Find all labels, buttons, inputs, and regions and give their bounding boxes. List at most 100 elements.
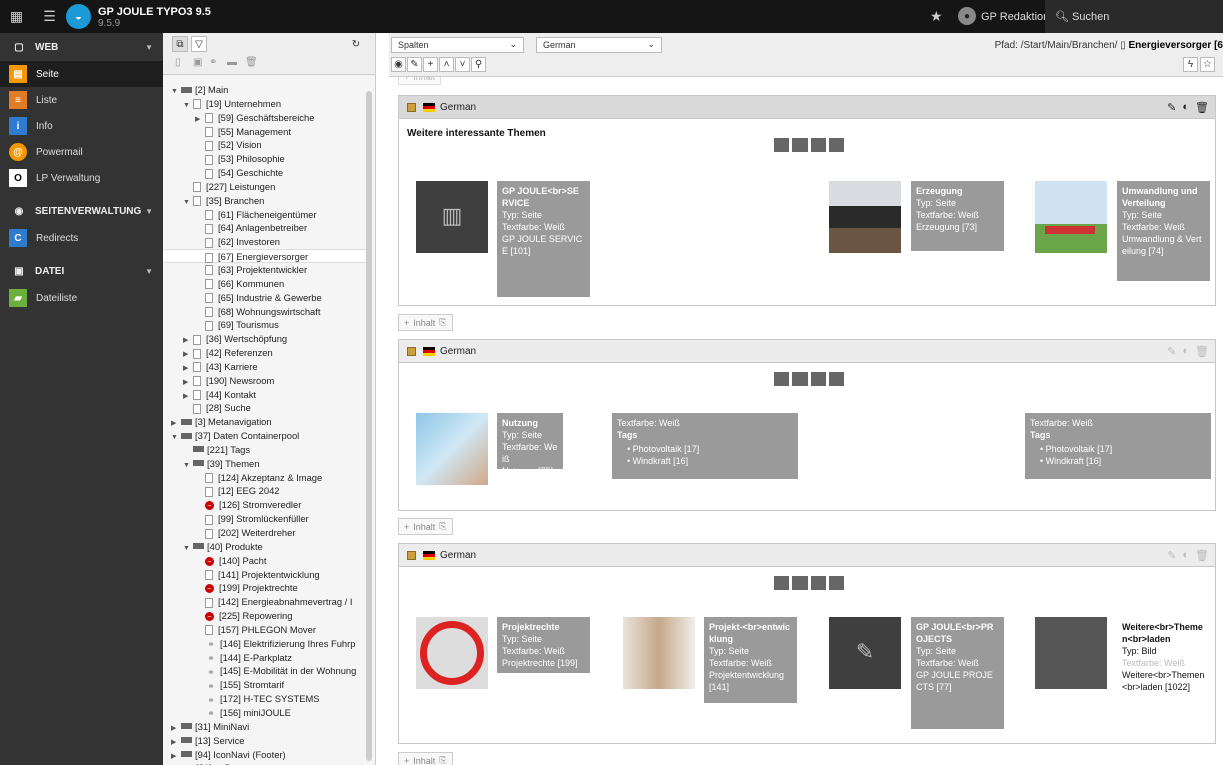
module-item-dateiliste[interactable]: ▰ Dateiliste (0, 285, 163, 311)
user-name[interactable]: GP Redaktion (981, 11, 1049, 23)
add-content-button[interactable]: + Inhalt ⎘ (398, 314, 453, 331)
page-icon[interactable] (205, 320, 213, 331)
tree-node-label[interactable]: [53] Philosophie (218, 153, 285, 164)
page-icon[interactable] (205, 486, 213, 497)
page-icon[interactable] (205, 237, 213, 248)
hid-icon[interactable]: – (205, 612, 214, 622)
refresh-icon[interactable]: ↻ (348, 36, 364, 52)
folder-icon[interactable] (193, 460, 204, 467)
tree-node[interactable]: [12] EEG 2042 (163, 484, 368, 498)
module-item-redirects[interactable]: C Redirects (0, 225, 163, 251)
tree-node-label[interactable]: [39] Themen (207, 458, 259, 469)
module-item-info[interactable]: i Info (0, 113, 163, 139)
tree-node[interactable]: [124] Akzeptanz & Image (163, 471, 368, 485)
tree-node-label[interactable]: [142] Energieabnahmevertrag / I (218, 596, 352, 607)
tree-node[interactable]: [53] Philosophie (163, 152, 368, 166)
tree-node-label[interactable]: [65] Industrie & Gewerbe (218, 292, 322, 303)
page-icon[interactable] (193, 390, 201, 401)
tree-node[interactable]: ⚭ [146] Elektrifizierung Ihres Fuhrp (163, 637, 368, 651)
hid-icon[interactable]: – (205, 584, 214, 594)
tree-node-label[interactable]: [157] PHLEGON Mover (218, 624, 316, 635)
module-item-liste[interactable]: ≡ Liste (0, 87, 163, 113)
card-label[interactable]: Umwandlung und Verteilung Typ: Seite Textf… (1117, 181, 1210, 281)
tree-node[interactable]: [202] Weiterdreher (163, 526, 368, 540)
page-icon[interactable] (205, 265, 213, 276)
tree-node-label[interactable]: [145] E-Mobilität in der Wohnung (220, 665, 356, 676)
tree-node-label[interactable]: [155] Stromtarif (220, 679, 284, 690)
tree-node[interactable]: ▼ [39] Themen (163, 457, 368, 471)
tree-node-label[interactable]: [3] Metanavigation (195, 416, 272, 427)
folder-icon[interactable] (181, 737, 192, 744)
tree-node-label[interactable]: [69] Tourismus (218, 319, 279, 330)
bookmark-star-icon[interactable]: ★ (930, 8, 943, 25)
view-page-icon[interactable]: ◉ (391, 57, 406, 72)
page-icon[interactable] (205, 113, 213, 124)
folder-icon[interactable] (181, 723, 192, 730)
edit-icon[interactable]: ✎ (1167, 549, 1176, 562)
tree-node-label[interactable]: [202] Weiterdreher (218, 527, 295, 538)
tree-node[interactable]: [28] Suche (163, 401, 368, 415)
page-icon[interactable] (205, 279, 213, 290)
tree-node[interactable]: [67] Energieversorger (163, 249, 368, 263)
tree-node[interactable]: ▼ [37] Daten Containerpool (163, 429, 368, 443)
hid-icon[interactable]: – (205, 556, 214, 566)
page-icon[interactable] (205, 307, 213, 318)
tree-node[interactable]: ▶ [190] Newsroom (163, 374, 368, 388)
tree-node-label[interactable]: [172] H-TEC SYSTEMS (220, 693, 320, 704)
page-icon[interactable] (205, 168, 213, 179)
search-icon[interactable]: ⚲ (471, 57, 486, 72)
tree-node[interactable]: ▼ [40] Produkte (163, 540, 368, 554)
tree-node-label[interactable]: [59] Geschäftsbereiche (218, 112, 314, 123)
page-icon[interactable] (193, 196, 201, 207)
link-icon[interactable]: ⚭ (205, 695, 217, 705)
tree-node[interactable]: [65] Industrie & Gewerbe (163, 291, 368, 305)
tree-node[interactable]: [68] Wohnungswirtschaft (163, 305, 368, 319)
page-icon[interactable] (205, 210, 213, 221)
tree-node-label[interactable]: [64] Anlagenbetreiber (218, 222, 307, 233)
tree-node-label[interactable]: [227] Leistungen (206, 181, 275, 192)
tags-box[interactable]: Textfarbe: WeißTagsPhotovoltaik [17]Wind… (612, 413, 798, 479)
tree-node[interactable]: [54] Geschichte (163, 166, 368, 180)
tree-node[interactable]: ▶ [3] Metanavigation (163, 415, 368, 429)
tree-node[interactable]: ▶ [59] Geschäftsbereiche (163, 111, 368, 125)
tree-node[interactable]: ▼ [35] Branchen (163, 194, 368, 208)
tree-node-label[interactable]: [35] Branchen (206, 195, 264, 206)
pagetree-toggle-icon[interactable]: ☰ (33, 0, 66, 33)
page-icon[interactable] (205, 625, 213, 636)
card-label[interactable]: Weitere<br>Themen<br>laden Typ: Bild Textf… (1117, 617, 1212, 703)
tree-node[interactable]: [55] Management (163, 125, 368, 139)
flash-icon[interactable]: ϟ (1183, 57, 1198, 72)
tree-node[interactable]: [61] Flächeneigentümer (163, 208, 368, 222)
module-group-web[interactable]: ▢ WEB ▼ (0, 33, 163, 61)
shortcut-star-icon[interactable]: ☆ (1200, 57, 1215, 72)
tree-node[interactable]: – [225] Repowering (163, 609, 368, 623)
tree-node[interactable]: [64] Anlagenbetreiber (163, 221, 368, 235)
link-icon[interactable]: ⚭ (205, 708, 217, 718)
tree-node-label[interactable]: [225] Repowering (219, 610, 293, 621)
tree-node[interactable]: ▶ [13] Service (163, 734, 368, 748)
new-page-icon[interactable]: ⧉ (172, 36, 188, 52)
paste-icon[interactable]: ⎘ (439, 521, 446, 532)
tree-node[interactable]: – [140] Pacht (163, 554, 368, 568)
folder-icon[interactable] (193, 446, 204, 453)
link-icon[interactable]: ⚭ (205, 667, 217, 677)
drag-handle[interactable] (774, 372, 844, 386)
toggle-visibility-icon[interactable]: ◐ (1182, 345, 1189, 358)
tree-node[interactable]: [66] Kommunen (163, 277, 368, 291)
tree-node[interactable]: ▶ [44] Kontakt (163, 388, 368, 402)
tree-node-label[interactable]: [40] Produkte (207, 541, 263, 552)
hid-icon[interactable]: – (205, 501, 214, 511)
tree-node-label[interactable]: [43] Karriere (206, 361, 258, 372)
toggle-visibility-icon[interactable]: ◐ (1182, 101, 1189, 114)
folder-icon[interactable] (193, 543, 204, 550)
drag-handle[interactable] (774, 138, 844, 152)
tree-node-label[interactable]: [140] Pacht (219, 555, 266, 566)
delete-icon[interactable]: 🗑︎ (1195, 345, 1209, 358)
page-icon[interactable] (205, 528, 213, 539)
folder-icon[interactable]: ▬ (227, 57, 237, 68)
card-label[interactable]: Erzeugung Typ: Seite Textfarbe: Weiß Erzeug… (911, 181, 1004, 251)
tree-node-label[interactable]: [37] Daten Containerpool (195, 430, 299, 441)
tree-node-label[interactable]: [67] Energieversorger (218, 251, 308, 262)
page-icon[interactable] (193, 376, 201, 387)
link-icon[interactable]: ⚭ (205, 653, 217, 663)
